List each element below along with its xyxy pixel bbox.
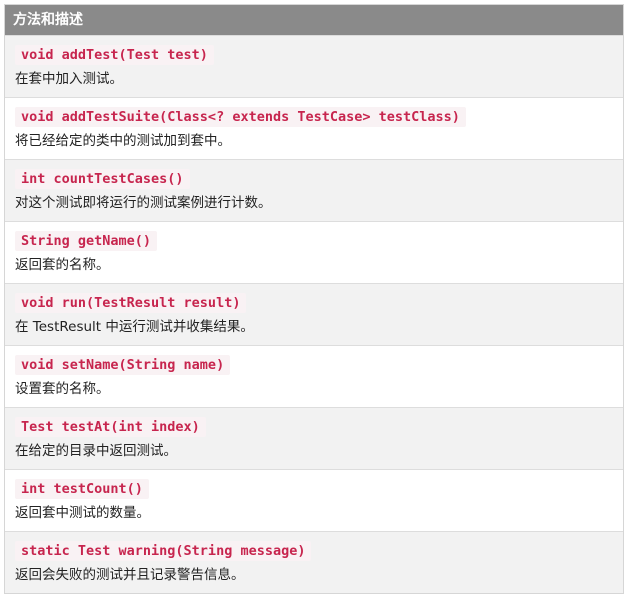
method-signature: void addTestSuite(Class<? extends TestCa… xyxy=(15,107,466,127)
table-row: void setName(String name) 设置套的名称。 xyxy=(5,345,623,407)
table-row: Test testAt(int index) 在给定的目录中返回测试。 xyxy=(5,407,623,469)
table-row: void run(TestResult result) 在 TestResult… xyxy=(5,283,623,345)
method-signature: void run(TestResult result) xyxy=(15,293,247,313)
method-description: 返回会失败的测试并且记录警告信息。 xyxy=(15,567,245,583)
table-row: static Test warning(String message) 返回会失… xyxy=(5,531,623,593)
method-signature: Test testAt(int index) xyxy=(15,417,206,437)
table-row: void addTestSuite(Class<? extends TestCa… xyxy=(5,97,623,159)
table-row: void addTest(Test test) 在套中加入测试。 xyxy=(5,35,623,97)
method-description: 返回套的名称。 xyxy=(15,257,110,273)
method-description: 在给定的目录中返回测试。 xyxy=(15,443,177,459)
method-signature: int countTestCases() xyxy=(15,169,190,189)
method-description: 在 TestResult 中运行测试并收集结果。 xyxy=(15,319,254,335)
method-signature: int testCount() xyxy=(15,479,149,499)
method-signature: static Test warning(String message) xyxy=(15,541,312,561)
method-signature: String getName() xyxy=(15,231,158,251)
table-header: 方法和描述 xyxy=(5,5,623,35)
method-signature: void addTest(Test test) xyxy=(15,45,214,65)
method-description: 设置套的名称。 xyxy=(15,381,110,397)
method-description: 对这个测试即将运行的测试案例进行计数。 xyxy=(15,195,272,211)
method-description: 在套中加入测试。 xyxy=(15,71,123,87)
table-row: int countTestCases() 对这个测试即将运行的测试案例进行计数。 xyxy=(5,159,623,221)
methods-table: 方法和描述 void addTest(Test test) 在套中加入测试。 v… xyxy=(4,4,624,594)
method-signature: void setName(String name) xyxy=(15,355,231,375)
method-description: 将已经给定的类中的测试加到套中。 xyxy=(15,133,231,149)
table-row: String getName() 返回套的名称。 xyxy=(5,221,623,283)
method-description: 返回套中测试的数量。 xyxy=(15,505,150,521)
table-row: int testCount() 返回套中测试的数量。 xyxy=(5,469,623,531)
